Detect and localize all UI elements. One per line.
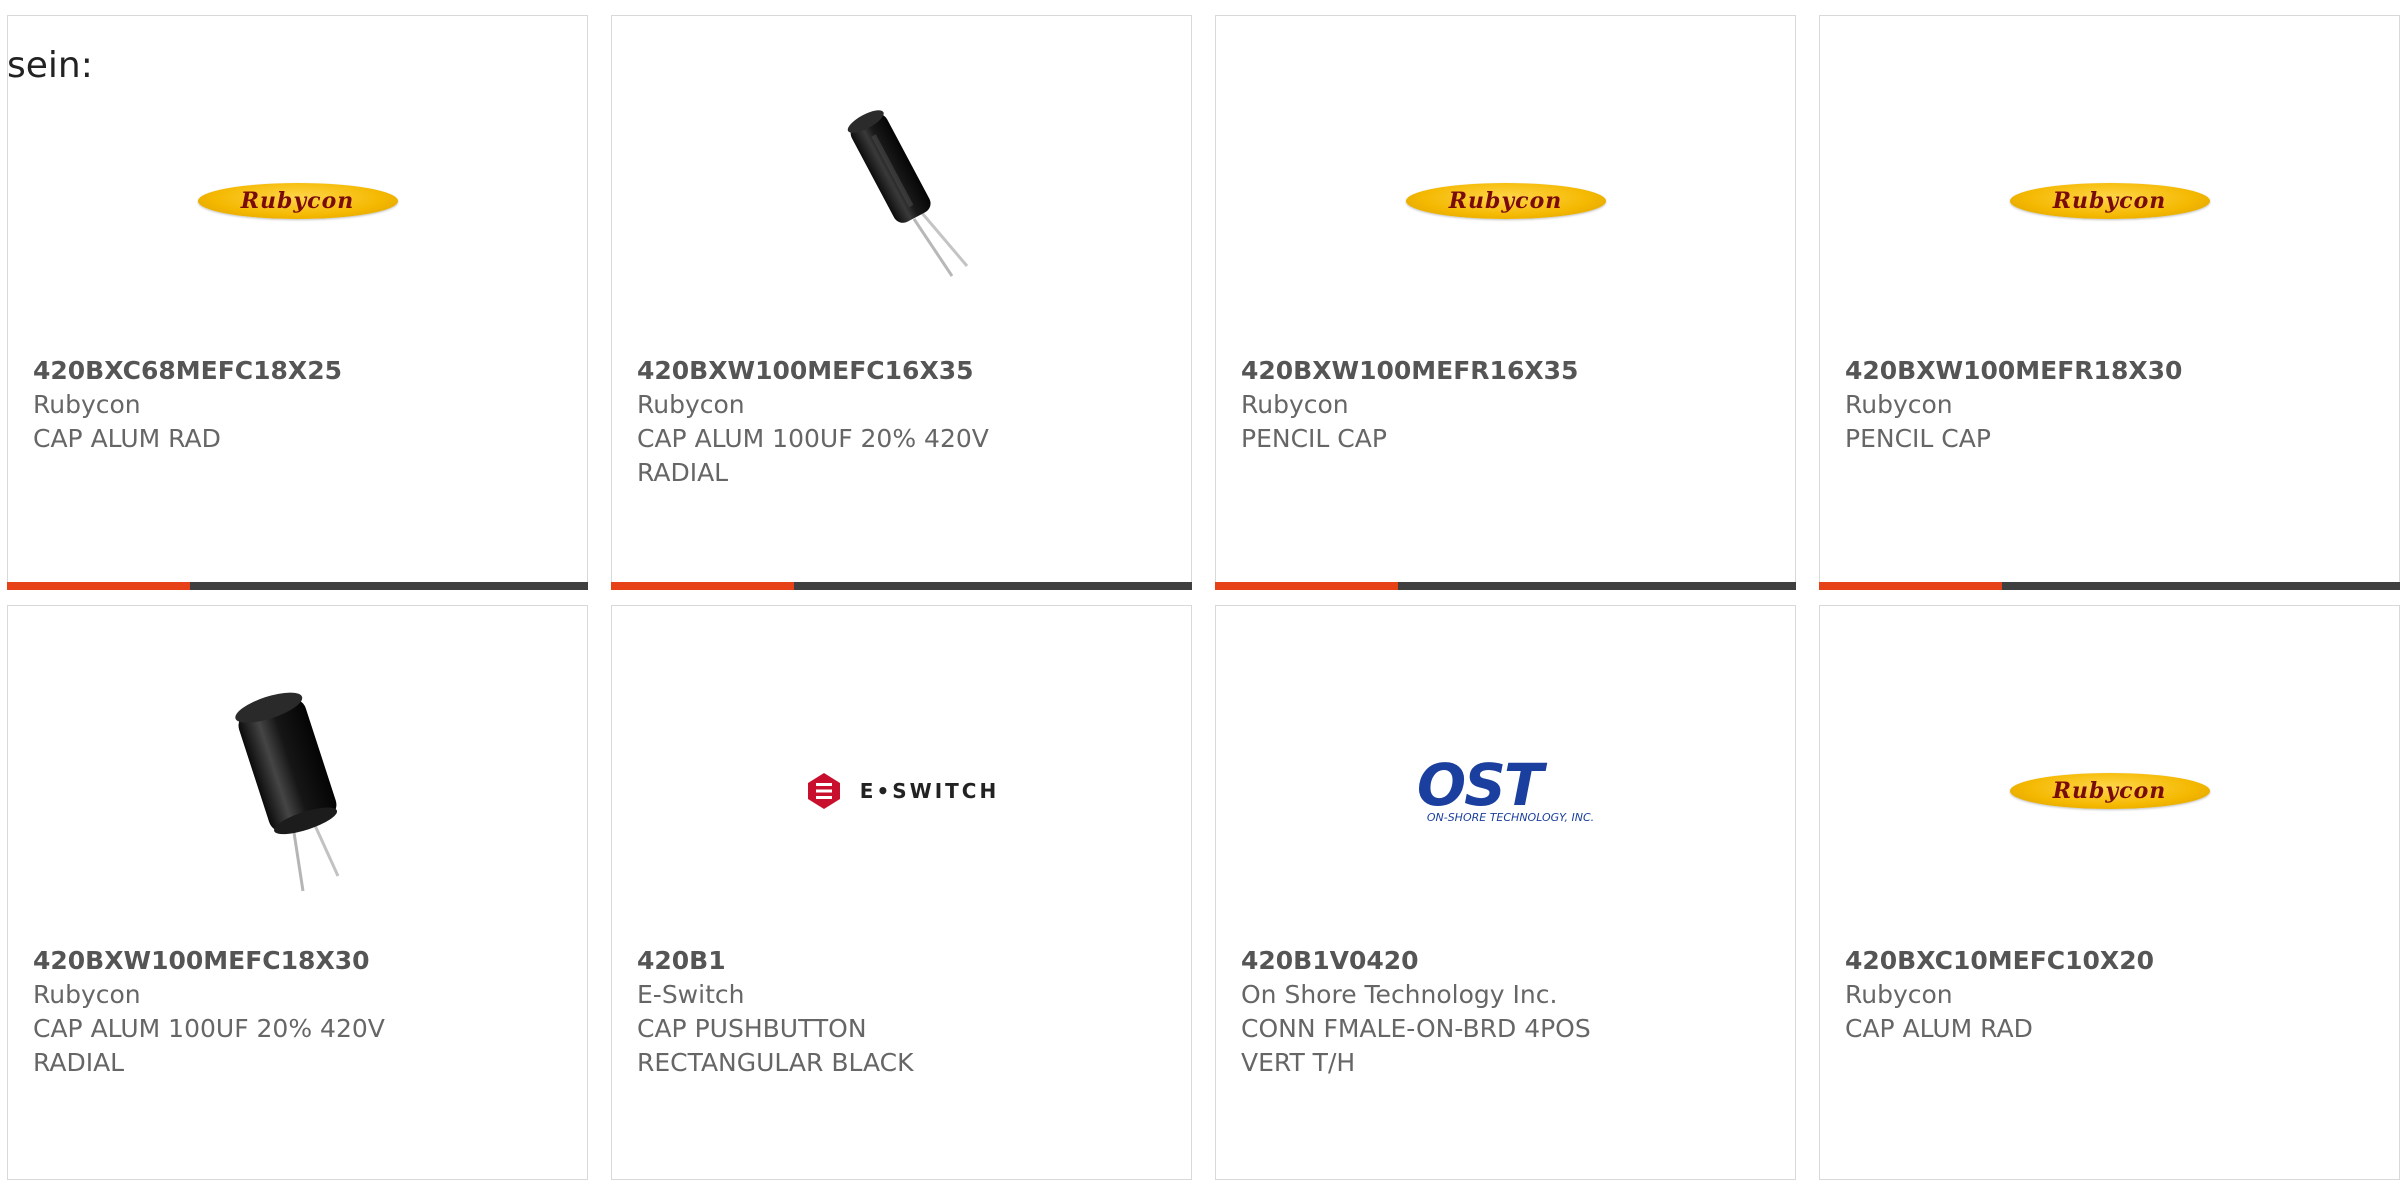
- product-card[interactable]: OST ON-SHORE TECHNOLOGY, INC. 420B1V0420…: [1215, 605, 1796, 1180]
- product-image[interactable]: OST ON-SHORE TECHNOLOGY, INC.: [1216, 651, 1795, 931]
- part-number-link[interactable]: 420BXC10MEFC10X20: [1845, 944, 2379, 978]
- card-bar-accent: [1215, 582, 1398, 590]
- product-card[interactable]: Rubycon 420BXW100MEFR18X30 Rubycon PENCI…: [1819, 15, 2400, 590]
- rubycon-logo: Rubycon: [2009, 773, 2210, 809]
- manufacturer-name: Rubycon: [1845, 980, 1953, 1009]
- part-number-link[interactable]: 420BXW100MEFC16X35: [637, 354, 1171, 388]
- part-number-link[interactable]: 420BXC68MEFC18X25: [33, 354, 567, 388]
- card-bar-accent: [1819, 582, 2002, 590]
- rubycon-logo: Rubycon: [197, 183, 398, 219]
- part-number-link[interactable]: 420B1V0420: [1241, 944, 1775, 978]
- product-image[interactable]: [612, 61, 1191, 341]
- capacitor-photo: [234, 692, 339, 892]
- product-description: PENCIL CAP: [1845, 424, 1991, 453]
- product-image[interactable]: [8, 651, 587, 931]
- manufacturer-name: Rubycon: [1241, 390, 1349, 419]
- card-bar: [1819, 582, 2400, 590]
- eswitch-mark-icon: [807, 773, 840, 809]
- product-card[interactable]: E•SWITCH 420B1 E-Switch CAP PUSHBUTTON R…: [611, 605, 1192, 1180]
- product-image[interactable]: Rubycon: [8, 61, 587, 341]
- manufacturer-name: E-Switch: [637, 980, 745, 1009]
- manufacturer-name: Rubycon: [33, 390, 141, 419]
- product-description: CAP ALUM 100UF 20% 420V RADIAL: [33, 1014, 385, 1077]
- product-description: CAP ALUM RAD: [1845, 1014, 2033, 1043]
- product-image[interactable]: Rubycon: [1820, 651, 2399, 931]
- product-image[interactable]: Rubycon: [1216, 61, 1795, 341]
- eswitch-logo: E•SWITCH: [804, 771, 999, 811]
- ost-logo: OST ON-SHORE TECHNOLOGY, INC.: [1416, 750, 1595, 824]
- product-card[interactable]: Rubycon 420BXC10MEFC10X20 Rubycon CAP AL…: [1819, 605, 2400, 1180]
- product-description: CONN FMALE-ON-BRD 4POS VERT T/H: [1241, 1014, 1591, 1077]
- part-number-link[interactable]: 420BXW100MEFC18X30: [33, 944, 567, 978]
- manufacturer-name: On Shore Technology Inc.: [1241, 980, 1558, 1009]
- product-description: CAP ALUM 100UF 20% 420V RADIAL: [637, 424, 989, 487]
- product-description: CAP PUSHBUTTON RECTANGULAR BLACK: [637, 1014, 914, 1077]
- manufacturer-name: Rubycon: [637, 390, 745, 419]
- product-description: CAP ALUM RAD: [33, 424, 221, 453]
- product-image[interactable]: E•SWITCH: [612, 651, 1191, 931]
- product-image[interactable]: Rubycon: [1820, 61, 2399, 341]
- product-card[interactable]: 420BXW100MEFC16X35 Rubycon CAP ALUM 100U…: [611, 15, 1192, 590]
- card-bar: [7, 582, 588, 590]
- part-number-link[interactable]: 420BXW100MEFR16X35: [1241, 354, 1775, 388]
- rubycon-logo: Rubycon: [2009, 183, 2210, 219]
- product-description: PENCIL CAP: [1241, 424, 1387, 453]
- product-card[interactable]: 420BXW100MEFC18X30 Rubycon CAP ALUM 100U…: [7, 605, 588, 1180]
- product-card[interactable]: Rubycon 420BXC68MEFC18X25 Rubycon CAP AL…: [7, 15, 588, 590]
- product-grid: Rubycon 420BXC68MEFC18X25 Rubycon CAP AL…: [0, 0, 2407, 1180]
- manufacturer-name: Rubycon: [33, 980, 141, 1009]
- card-bar: [611, 582, 1192, 590]
- capacitor-photo: [847, 110, 968, 277]
- manufacturer-name: Rubycon: [1845, 390, 1953, 419]
- part-number-link[interactable]: 420BXW100MEFR18X30: [1845, 354, 2379, 388]
- rubycon-logo: Rubycon: [1405, 183, 1606, 219]
- part-number-link[interactable]: 420B1: [637, 944, 1171, 978]
- card-bar-accent: [7, 582, 190, 590]
- product-card[interactable]: Rubycon 420BXW100MEFR16X35 Rubycon PENCI…: [1215, 15, 1796, 590]
- card-bar: [1215, 582, 1796, 590]
- intro-text: sein:: [7, 45, 93, 86]
- card-bar-accent: [611, 582, 794, 590]
